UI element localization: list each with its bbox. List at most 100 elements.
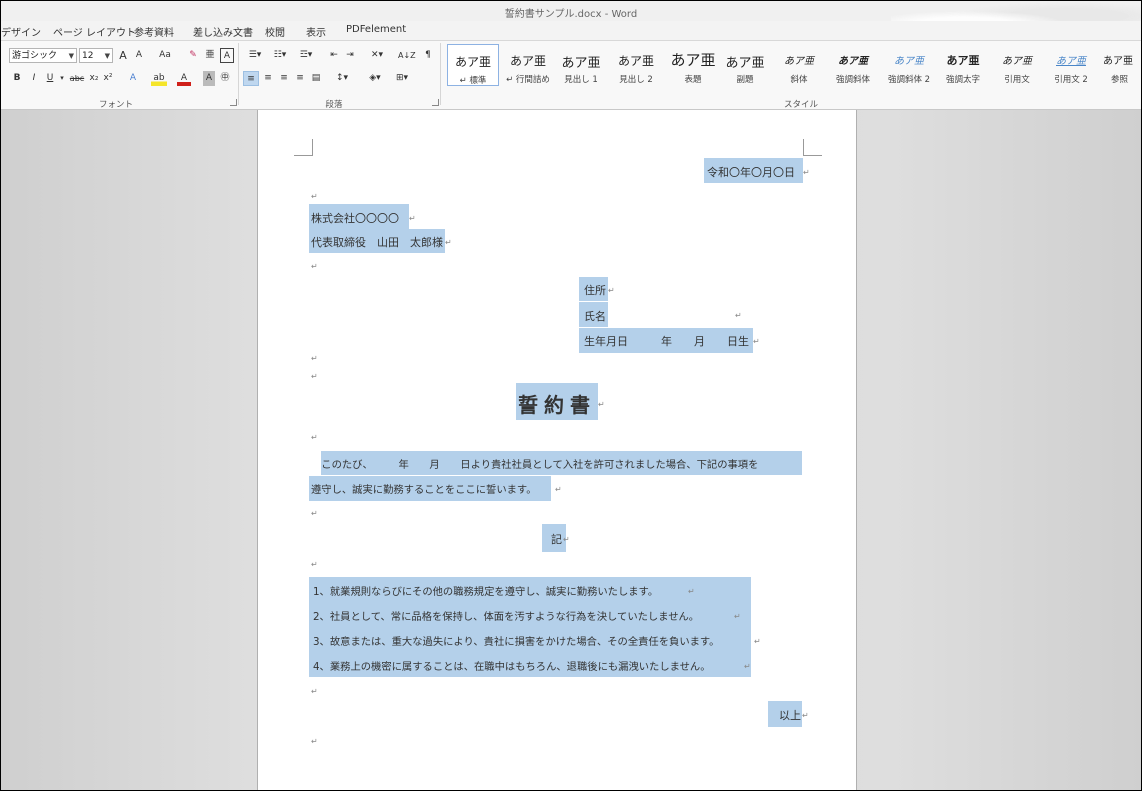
char-border-icon[interactable]: A [220,48,234,63]
style-intense-emphasis[interactable]: あア亜 強調斜体 [827,44,879,86]
paragraph-mark: ↵ [311,509,318,518]
font-size-combo[interactable]: 12 ▼ [79,48,113,63]
paragraph-mark: ↵ [734,612,741,621]
name-label[interactable]: 氏名 [584,308,606,324]
line-spacing-icon[interactable]: ↕▾ [332,71,352,86]
font-dialog-launcher-icon[interactable] [230,99,237,106]
tab-references[interactable]: 参考資料 [134,24,174,39]
style-preview: あア亜 [454,55,491,69]
chevron-down-icon[interactable]: ▾ [58,71,66,86]
style-title[interactable]: あア亜 表題 [665,44,721,86]
list-item[interactable]: 2、社員として、常に品格を保持し、体面を汚すような行為を決していたしません。 [313,608,699,623]
recipient-line[interactable]: 代表取締役 山田 太郎様 [311,234,443,250]
change-case-button[interactable]: Aa [153,48,177,63]
closing-text[interactable]: 以上 [779,707,801,723]
tab-page-layout[interactable]: ページ レイアウト [53,24,136,39]
style-heading-2[interactable]: あア亜 見出し 2 [610,44,662,86]
font-color-icon[interactable]: A [177,71,191,86]
tab-mailings[interactable]: 差し込み文書 [193,24,253,39]
style-name: 強調斜体 [835,75,870,85]
bold-button[interactable]: B [11,71,23,86]
document-page[interactable]: 令和〇年〇月〇日 ↵ ↵ 株式会社〇〇〇〇 ↵ 代表取締役 山田 太郎様 ↵ ↵… [257,110,857,790]
borders-icon[interactable]: ⊞▾ [391,71,413,86]
style-quote[interactable]: あア亜 引用文 [991,44,1043,86]
styles-gallery: あア亜 ↵ 標準 あア亜 ↵ 行間詰め あア亜 見出し 1 あア亜 見出し 2 … [445,44,1141,88]
style-reference[interactable]: あア亜 参照 [1099,44,1141,86]
style-heading-1[interactable]: あア亜 見出し 1 [555,44,607,86]
justify-icon[interactable]: ≡ [293,71,307,86]
style-name: 副題 [736,75,754,85]
style-preview: あア亜 [784,56,814,67]
style-strong[interactable]: あア亜 強調太字 [937,44,989,86]
chevron-down-icon: ▼ [104,52,110,60]
decrease-indent-icon[interactable]: ⇤ [327,48,341,63]
style-preview: あア亜 [838,56,868,67]
style-intense-emphasis-2[interactable]: あア亜 強調斜体 2 [881,44,937,86]
distribute-icon[interactable]: ▤ [309,71,323,86]
paragraph-mark: ↵ [608,286,615,295]
multilevel-list-icon[interactable]: ☲▾ [295,48,317,63]
clear-format-icon[interactable]: ✎ [186,48,200,63]
style-emphasis[interactable]: あア亜 斜体 [773,44,825,86]
ribbon-tabs: デザイン ページ レイアウト 参考資料 差し込み文書 校閲 表示 PDFelem… [1,21,1141,41]
char-shading-icon[interactable]: A [203,71,215,86]
paragraph-mark: ↵ [311,560,318,569]
sort-button[interactable]: A↓Z [398,48,416,63]
italic-button[interactable]: I [28,71,40,86]
increase-indent-icon[interactable]: ⇥ [343,48,357,63]
tab-pdfelement[interactable]: PDFelement [346,24,406,35]
superscript-button[interactable]: x² [102,71,114,86]
tab-review[interactable]: 校閲 [265,24,285,39]
align-left-icon[interactable]: ≡ [243,71,259,86]
phonetic-guide-icon[interactable]: 亜 [203,48,217,63]
paragraph-mark: ↵ [311,433,318,442]
font-name-combo[interactable]: 游ゴシック ▼ [9,48,77,63]
document-area[interactable]: 令和〇年〇月〇日 ↵ ↵ 株式会社〇〇〇〇 ↵ 代表取締役 山田 太郎様 ↵ ↵… [1,110,1141,790]
document-title[interactable]: 誓約書 [518,389,596,418]
group-divider [238,43,239,105]
company-line[interactable]: 株式会社〇〇〇〇 [311,210,399,226]
list-item[interactable]: 1、就業規則ならびにその他の職務規定を遵守し、誠実に勤務いたします。 [313,583,658,598]
intro-line-2[interactable]: 遵守し、誠実に勤務することをここに誓います。 [311,481,537,496]
date-line[interactable]: 令和〇年〇月〇日 [707,164,795,180]
style-preview: あア亜 [725,56,765,71]
paragraph-mark: ↵ [311,737,318,746]
align-right-icon[interactable]: ≡ [277,71,291,86]
shading-icon[interactable]: ◈▾ [365,71,385,86]
style-name: 参照 [1111,75,1129,85]
paragraph-dialog-launcher-icon[interactable] [432,99,439,106]
align-center-icon[interactable]: ≡ [261,71,275,86]
birthdate-label[interactable]: 生年月日 年 月 日生 [584,333,749,349]
grow-font-button[interactable]: A [116,48,130,63]
bullets-icon[interactable]: ☰▾ [244,48,266,63]
paragraph-mark: ↵ [445,238,452,247]
highlight-icon[interactable]: ab [151,71,167,86]
tab-design[interactable]: デザイン [1,24,41,39]
address-label[interactable]: 住所 [584,282,606,298]
tab-view[interactable]: 表示 [306,24,326,39]
paragraph-mark: ↵ [311,354,318,363]
paragraph-mark: ↵ [311,192,318,201]
margin-corner-mark [294,139,313,156]
strikethrough-button[interactable]: abc [68,71,86,86]
text-effects-icon[interactable]: A [126,71,140,86]
style-preview: あア亜 [946,54,980,67]
style-subtitle[interactable]: あア亜 副題 [719,44,771,86]
subscript-button[interactable]: x₂ [88,71,100,86]
paragraph-mark: ↵ [555,485,562,494]
numbering-icon[interactable]: ☷▾ [269,48,291,63]
ki-heading[interactable]: 記 [551,531,562,547]
style-no-spacing[interactable]: あア亜 ↵ 行間詰め [502,44,554,86]
list-item[interactable]: 3、故意または、重大な過失により、貴社に損害をかけた場合、その全責任を負います。 [313,633,719,648]
list-item[interactable]: 4、業務上の機密に属することは、在職中はもちろん、退職後にも漏洩いたしません。 [313,658,711,673]
style-intense-quote[interactable]: あア亜 引用文 2 [1045,44,1097,86]
style-name: 見出し 1 [564,75,598,85]
paragraph-mark: ↵ [311,687,318,696]
enclose-char-icon[interactable]: ㊥ [219,71,231,86]
intro-line-1[interactable]: このたび、 年 月 日より貴社社員として入社を許可されました場合、下記の事項を [311,456,758,471]
asian-layout-icon[interactable]: ✕▾ [366,48,388,63]
style-normal[interactable]: あア亜 ↵ 標準 [447,44,499,86]
underline-button[interactable]: U [44,71,56,86]
shrink-font-button[interactable]: A [133,48,145,63]
show-marks-icon[interactable]: ¶ [422,48,434,63]
